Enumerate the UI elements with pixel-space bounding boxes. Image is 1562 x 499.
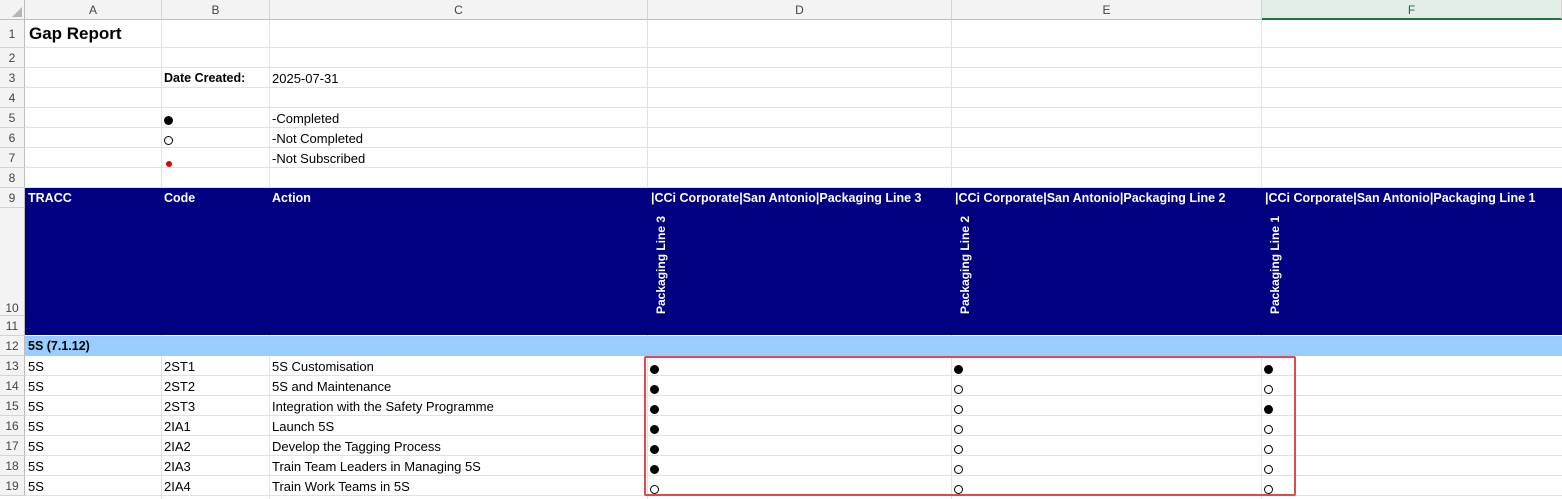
- date-created-label[interactable]: Date Created:: [164, 71, 245, 85]
- legend-not-completed-label[interactable]: -Not Completed: [272, 131, 363, 146]
- highlight-box: [644, 356, 1296, 496]
- legend-not-subscribed-label[interactable]: -Not Subscribed: [272, 151, 365, 166]
- row-header-10[interactable]: 10: [0, 208, 25, 316]
- date-created-value[interactable]: 2025-07-31: [272, 71, 339, 86]
- row-header-9[interactable]: 9: [0, 188, 25, 208]
- row-action[interactable]: 5S and Maintenance: [272, 379, 391, 394]
- row-header-8[interactable]: 8: [0, 168, 25, 188]
- row-tracc[interactable]: 5S: [28, 459, 44, 474]
- spreadsheet-grid: A B C D E F 1 2 3 4 5 6 7 8 9 10 11 12 1…: [0, 0, 1562, 499]
- header-site-path-f[interactable]: |CCi Corporate|San Antonio|Packaging Lin…: [1265, 191, 1535, 205]
- row-action[interactable]: Train Team Leaders in Managing 5S: [272, 459, 481, 474]
- row-header-15[interactable]: 15: [0, 396, 25, 416]
- row-code[interactable]: 2IA4: [164, 479, 191, 494]
- table-header-band: [25, 188, 1562, 335]
- header-action[interactable]: Action: [272, 191, 311, 205]
- column-header-f[interactable]: F: [1262, 0, 1562, 20]
- row-header-7[interactable]: 7: [0, 148, 25, 168]
- row-header-11[interactable]: 11: [0, 316, 25, 336]
- row-tracc[interactable]: 5S: [28, 439, 44, 454]
- column-header-b[interactable]: B: [162, 0, 270, 20]
- header-site-path-e[interactable]: |CCi Corporate|San Antonio|Packaging Lin…: [955, 191, 1225, 205]
- row-header-14[interactable]: 14: [0, 376, 25, 396]
- row-code[interactable]: 2IA1: [164, 419, 191, 434]
- legend-completed-icon: [164, 113, 173, 128]
- column-header-d[interactable]: D: [648, 0, 952, 20]
- row-header-17[interactable]: 17: [0, 436, 25, 456]
- row-action[interactable]: Launch 5S: [272, 419, 334, 434]
- row-tracc[interactable]: 5S: [28, 399, 44, 414]
- row-code[interactable]: 2ST3: [164, 399, 195, 414]
- row-header-12[interactable]: 12: [0, 336, 25, 356]
- header-site-short-e: Packaging Line 2: [958, 215, 972, 314]
- header-site-path-d[interactable]: |CCi Corporate|San Antonio|Packaging Lin…: [651, 191, 921, 205]
- category-label[interactable]: 5S (7.1.12): [28, 339, 90, 353]
- row-action[interactable]: Train Work Teams in 5S: [272, 479, 410, 494]
- row-header-16[interactable]: 16: [0, 416, 25, 436]
- report-title[interactable]: Gap Report: [29, 24, 122, 44]
- row-header-13[interactable]: 13: [0, 356, 25, 376]
- row-tracc[interactable]: 5S: [28, 379, 44, 394]
- row-header-5[interactable]: 5: [0, 108, 25, 128]
- category-band: [25, 336, 1562, 356]
- row-tracc[interactable]: 5S: [28, 479, 44, 494]
- row-header-2[interactable]: 2: [0, 48, 25, 68]
- row-tracc[interactable]: 5S: [28, 419, 44, 434]
- row-tracc[interactable]: 5S: [28, 359, 44, 374]
- row-code[interactable]: 2ST1: [164, 359, 195, 374]
- row-header-3[interactable]: 3: [0, 68, 25, 88]
- column-header-e[interactable]: E: [952, 0, 1262, 20]
- row-code[interactable]: 2ST2: [164, 379, 195, 394]
- column-header-c[interactable]: C: [270, 0, 648, 20]
- legend-not-subscribed-icon: [166, 155, 172, 170]
- row-action[interactable]: 5S Customisation: [272, 359, 374, 374]
- header-site-short-d: Packaging Line 3: [654, 215, 668, 314]
- row-action[interactable]: Develop the Tagging Process: [272, 439, 441, 454]
- row-header-19[interactable]: 19: [0, 476, 25, 496]
- select-all-corner[interactable]: [0, 0, 25, 20]
- legend-completed-label[interactable]: -Completed: [272, 111, 339, 126]
- row-code[interactable]: 2IA3: [164, 459, 191, 474]
- row-header-18[interactable]: 18: [0, 456, 25, 476]
- row-action[interactable]: Integration with the Safety Programme: [272, 399, 494, 414]
- header-code[interactable]: Code: [164, 191, 195, 205]
- row-code[interactable]: 2IA2: [164, 439, 191, 454]
- row-header-6[interactable]: 6: [0, 128, 25, 148]
- row-header-4[interactable]: 4: [0, 88, 25, 108]
- column-header-a[interactable]: A: [25, 0, 162, 20]
- row-header-1[interactable]: 1: [0, 20, 25, 48]
- header-site-short-f: Packaging Line 1: [1268, 215, 1282, 314]
- header-tracc[interactable]: TRACC: [28, 191, 72, 205]
- legend-not-completed-icon: [164, 133, 173, 148]
